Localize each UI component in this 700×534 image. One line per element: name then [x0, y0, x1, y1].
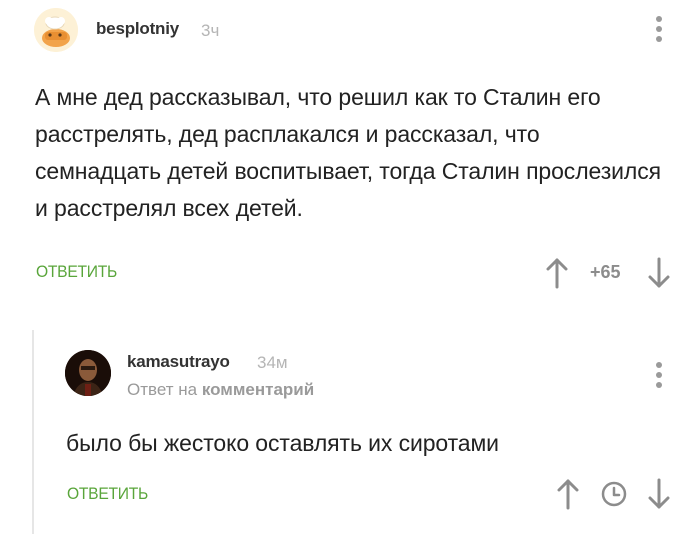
kebab-dot: [656, 26, 662, 32]
upvote-button[interactable]: [544, 257, 570, 294]
reply-button[interactable]: ОТВЕТИТЬ: [36, 262, 117, 282]
chef-avatar-icon: [34, 8, 78, 52]
arrow-up-icon: [557, 479, 579, 510]
reply-to-link[interactable]: комментарий: [202, 380, 314, 399]
comment-username[interactable]: besplotniy: [96, 19, 179, 39]
reply-avatar[interactable]: [65, 350, 111, 396]
kebab-dot: [656, 382, 662, 388]
avatar[interactable]: [34, 8, 78, 52]
comment-menu-button[interactable]: [655, 16, 663, 42]
clock-icon: [601, 481, 627, 507]
reply-username[interactable]: kamasutrayo: [127, 352, 230, 372]
arrow-down-icon: [648, 257, 670, 288]
arrow-down-icon: [648, 478, 670, 509]
kebab-menu-icon: [656, 362, 662, 368]
comment-time: 3ч: [201, 21, 220, 40]
reply-time-button[interactable]: [600, 480, 628, 513]
reply-time: 34м: [257, 353, 288, 372]
reply-reply-button[interactable]: ОТВЕТИТЬ: [67, 484, 148, 504]
kebab-dot: [656, 372, 662, 378]
reply-downvote-button[interactable]: [646, 478, 672, 515]
comment-text: А мне дед рассказывал, что решил как то …: [35, 84, 661, 221]
reply-to-prefix: Ответ на: [127, 380, 198, 399]
user-photo-icon: [65, 350, 111, 396]
kebab-dot: [656, 36, 662, 42]
thread-line[interactable]: [32, 330, 34, 534]
downvote-button[interactable]: [646, 257, 672, 294]
arrow-up-icon: [546, 258, 568, 289]
reply-menu-button[interactable]: [655, 362, 663, 388]
kebab-menu-icon: [656, 16, 662, 22]
reply-to-info: Ответ на комментарий: [127, 380, 314, 400]
reply-text: было бы жестоко оставлять их сиротами: [66, 430, 499, 456]
reply-upvote-button[interactable]: [555, 478, 581, 515]
comment-rating: +65: [590, 262, 621, 282]
